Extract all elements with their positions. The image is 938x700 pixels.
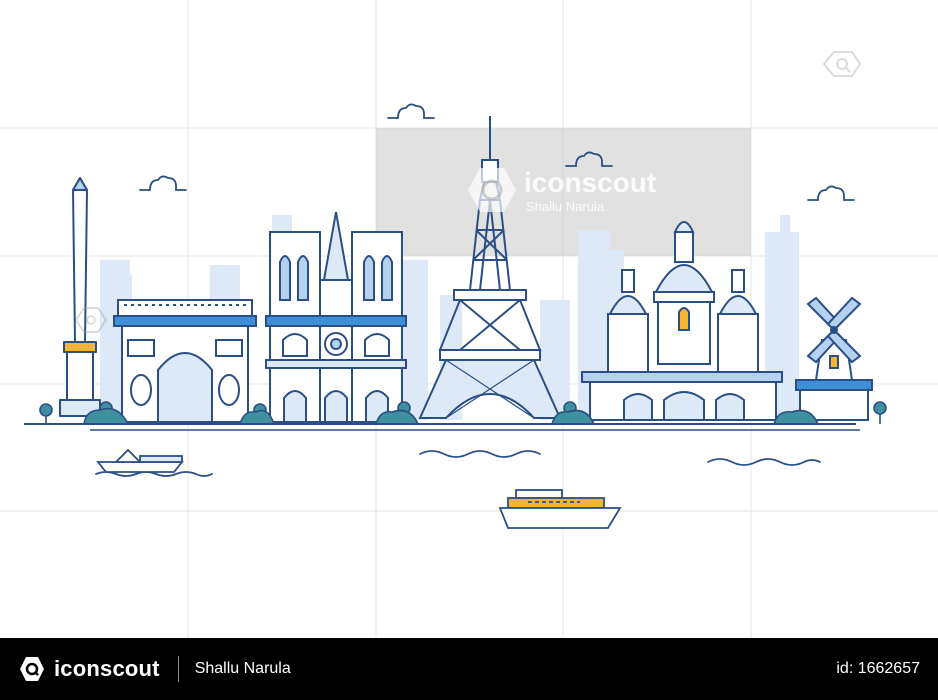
search-icon (822, 51, 862, 77)
footer-divider (177, 656, 179, 682)
iconscout-logo-icon (20, 657, 44, 681)
watermark-brand: iconscout (524, 167, 656, 198)
river-cruise-boat (498, 489, 622, 529)
footer-logo[interactable]: iconscout (18, 655, 160, 683)
moulin-rouge-windmill-landmark (795, 296, 873, 421)
arc-de-triomphe-landmark (113, 299, 257, 423)
footer-asset-id: id: 1662657 (836, 660, 920, 677)
footer-bar: iconscout Shallu Narula id: 1662657 (0, 638, 938, 700)
obelisk-landmark (59, 177, 101, 417)
small-boat (96, 448, 184, 473)
footer-brand: iconscout (54, 656, 160, 681)
watermark-author: Shallu Narula (526, 199, 605, 214)
paris-skyline-illustration: iconscout Shallu Narula (0, 0, 938, 638)
river-waves (95, 450, 821, 477)
notre-dame-landmark (265, 211, 407, 423)
footer-author[interactable]: Shallu Narula (195, 660, 291, 678)
